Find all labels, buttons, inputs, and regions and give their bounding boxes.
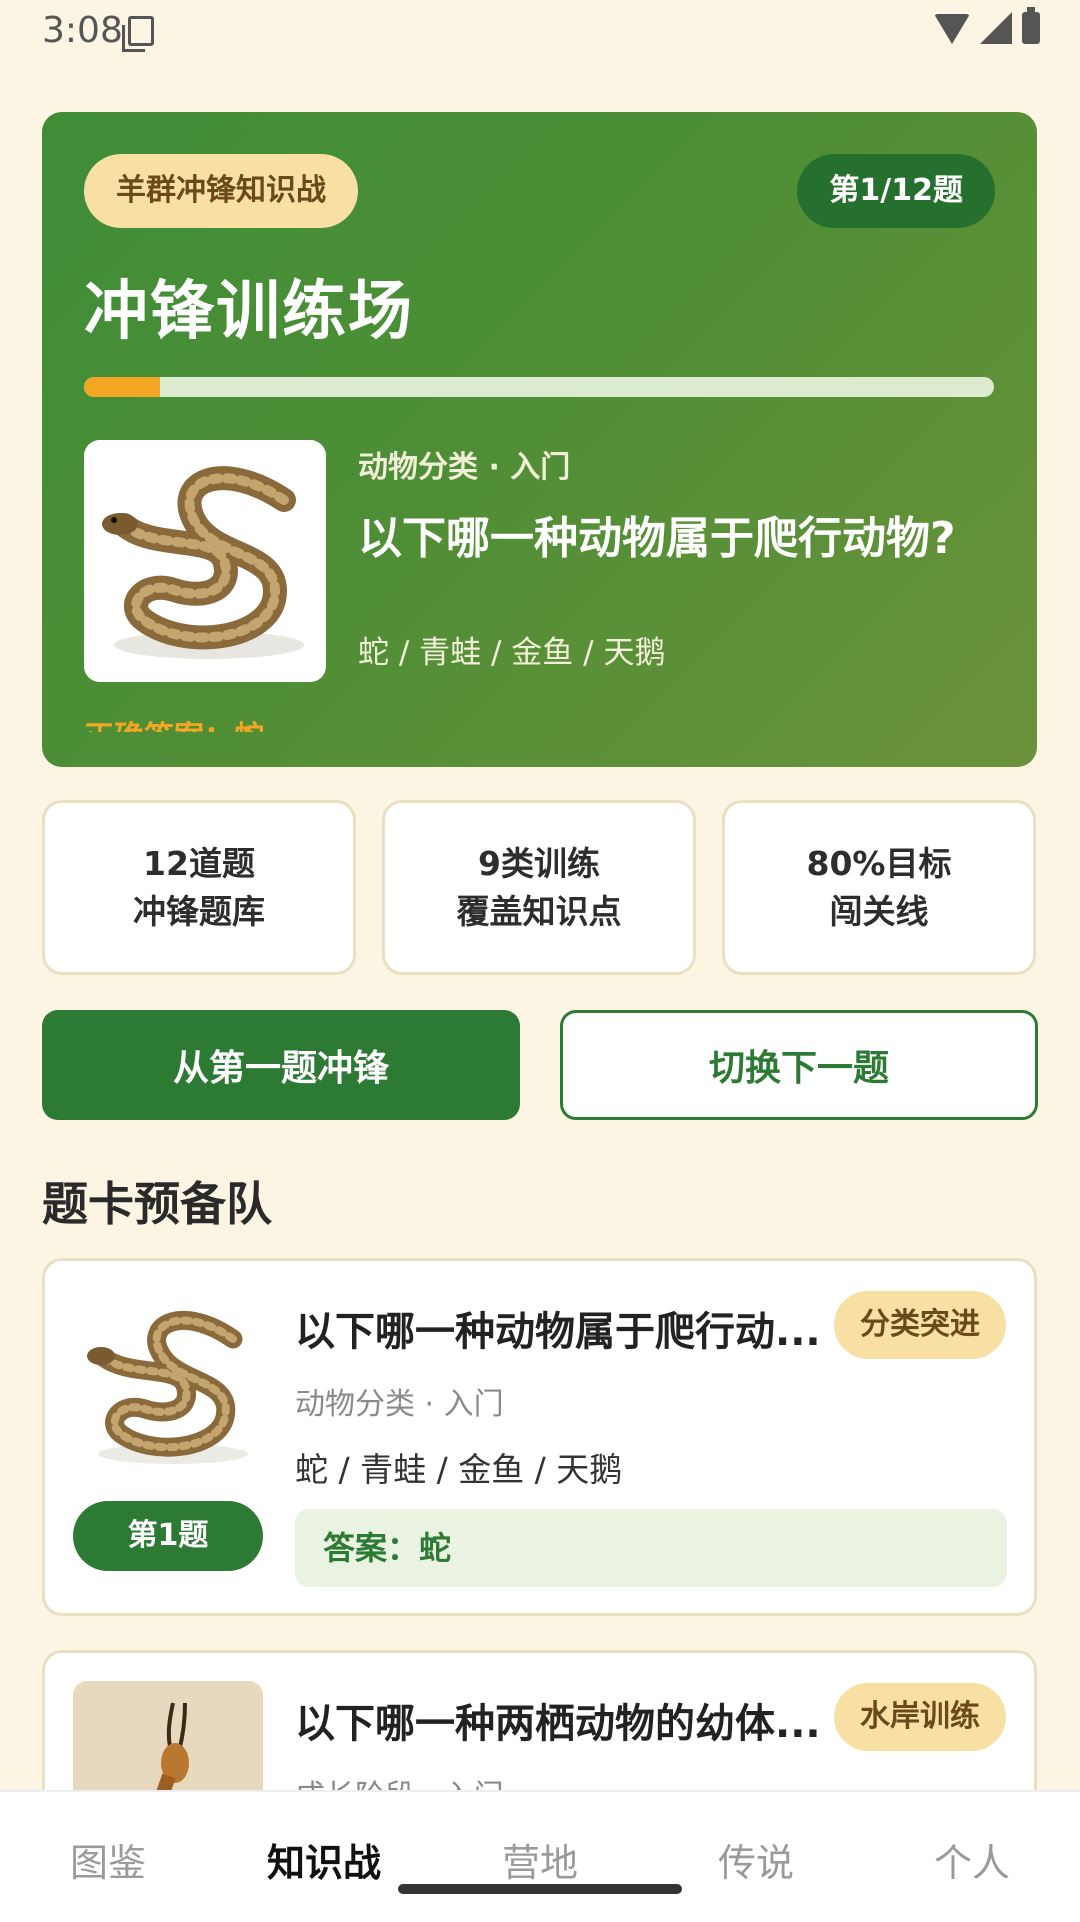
- nav-item-knowledge-battle[interactable]: 知识战: [216, 1832, 432, 1887]
- event-chip: 羊群冲锋知识战: [84, 154, 358, 228]
- progress-bar-fill: [84, 377, 160, 397]
- card-question-title: 以下哪一种动物属于爬行动...: [295, 1309, 821, 1355]
- hero-title: 冲锋训练场: [84, 275, 414, 349]
- stat-card-target: 80%目标 闯关线: [722, 800, 1036, 975]
- question-number-badge: 第1题: [73, 1501, 263, 1571]
- section-title: 题卡预备队: [42, 1177, 272, 1231]
- battery-icon: [1022, 7, 1040, 44]
- card-options: 蛇 / 青蛙 / 金鱼 / 天鹅: [295, 1450, 623, 1489]
- start-first-question-button[interactable]: 从第一题冲锋: [42, 1010, 520, 1120]
- clipboard-icon: [122, 16, 154, 52]
- nav-item-camp[interactable]: 营地: [432, 1832, 648, 1887]
- snake-image: [84, 440, 326, 682]
- status-time: 3:08: [42, 10, 123, 51]
- status-icons: [934, 7, 1040, 44]
- stat-value: 12道题: [143, 843, 255, 883]
- nav-item-encyclopedia[interactable]: 图鉴: [0, 1832, 216, 1887]
- stat-label: 覆盖知识点: [456, 891, 622, 931]
- hero-answer-hint: 正确答案：蛇: [84, 712, 264, 732]
- hero-question-category: 动物分类 · 入门: [358, 450, 571, 485]
- card-answer: 答案：蛇: [295, 1509, 1007, 1587]
- snake-thumbnail: [73, 1289, 263, 1479]
- card-question-title: 以下哪一种两栖动物的幼体...: [295, 1701, 821, 1747]
- status-bar: 3:08: [0, 0, 1080, 64]
- hero-question-options: 蛇 / 青蛙 / 金鱼 / 天鹅: [358, 635, 666, 671]
- wifi-icon: [934, 14, 970, 44]
- card-tag: 分类突进: [834, 1291, 1006, 1359]
- stat-card-categories: 9类训练 覆盖知识点: [382, 800, 696, 975]
- hero-card[interactable]: 羊群冲锋知识战 第1/12题 冲锋训练场 动物分类 · 入门 以下哪一种动物属于…: [42, 112, 1037, 767]
- nav-item-legends[interactable]: 传说: [648, 1832, 864, 1887]
- question-card[interactable]: 以下哪一种动物属于爬行动... 分类突进 动物分类 · 入门 蛇 / 青蛙 / …: [42, 1258, 1037, 1616]
- stat-value: 80%目标: [806, 843, 952, 883]
- stat-card-questions: 12道题 冲锋题库: [42, 800, 356, 975]
- next-question-button[interactable]: 切换下一题: [560, 1010, 1038, 1120]
- gesture-handle: [398, 1884, 682, 1894]
- card-tag: 水岸训练: [834, 1683, 1006, 1751]
- stat-value: 9类训练: [478, 843, 600, 883]
- nav-item-profile[interactable]: 个人: [864, 1832, 1080, 1887]
- signal-icon: [980, 12, 1012, 44]
- card-category: 动物分类 · 入门: [295, 1387, 504, 1422]
- hero-question-text: 以下哪一种动物属于爬行动物?: [358, 513, 956, 564]
- progress-chip: 第1/12题: [797, 154, 995, 228]
- bottom-nav: 图鉴 知识战 营地 传说 个人: [0, 1790, 1080, 1922]
- stat-label: 闯关线: [829, 891, 929, 931]
- stat-label: 冲锋题库: [133, 891, 265, 931]
- progress-bar: [84, 377, 994, 397]
